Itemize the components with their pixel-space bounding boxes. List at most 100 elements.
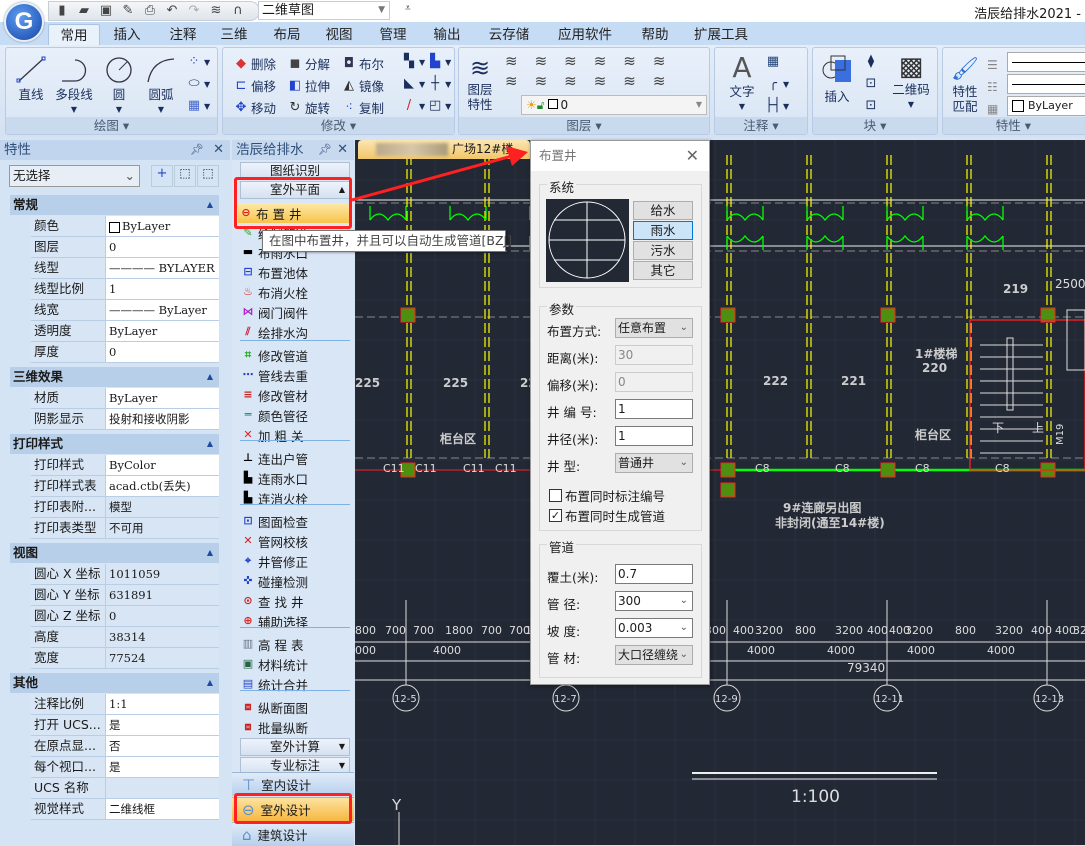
field-pipe-3[interactable]: 大口径缠绕 ⌄ <box>615 645 693 665</box>
pin-icon[interactable]: 📌︎ <box>318 140 332 160</box>
hatch-button[interactable]: ▦ ▼ <box>186 98 210 114</box>
fillet-button[interactable]: ◣ ▼ ┼ ▼ <box>401 76 451 92</box>
save-as-icon[interactable]: ✎ <box>121 4 135 18</box>
undo-icon[interactable]: ↶ <box>165 4 179 18</box>
property-row[interactable]: 打印样式 ByColor <box>31 455 219 476</box>
property-row[interactable]: 线型比例 1 <box>31 279 219 300</box>
tab-10[interactable]: 帮助 <box>632 24 678 46</box>
save-icon[interactable]: ▣ <box>99 4 113 18</box>
tool-item-9[interactable]: ≡ 修改管材 <box>240 385 352 405</box>
block-attr-button[interactable]: ⊡ <box>863 76 879 92</box>
select-objects-button[interactable]: ⬚ <box>174 165 196 187</box>
match-properties-button[interactable]: 🖌︎ 特性匹配 <box>947 56 983 114</box>
property-row[interactable]: 圆心 Y 坐标 631891 <box>31 585 219 606</box>
tool-item-20[interactable]: ⊕ 辅助选择 <box>240 611 352 631</box>
property-row[interactable]: 线型 ———— BYLAYER <box>31 258 219 279</box>
tool-item-15[interactable]: ⊡ 图面检查 <box>240 511 352 531</box>
property-row[interactable]: 颜色 ByLayer <box>31 216 219 237</box>
print-icon[interactable]: ⎙ <box>143 4 157 18</box>
tool-item-11[interactable]: ✕ 加 粗 关 <box>240 425 352 445</box>
layer-tools-row1[interactable]: ≋≋≋≋≋≋ <box>505 52 705 70</box>
modify-btn-2[interactable]: ◘ 布尔 <box>341 54 384 73</box>
redo-icon[interactable]: ↷ <box>187 4 201 18</box>
property-row[interactable]: 在原点显... 否 <box>31 736 219 757</box>
checkbox-1[interactable]: ✓ 布置同时生成管道 <box>549 506 665 525</box>
layer-select[interactable]: ☀🔓︎ 0 ▼ <box>521 95 707 115</box>
tab-9[interactable]: 应用软件 <box>550 24 620 46</box>
linetype-select[interactable] <box>1007 52 1085 72</box>
modify-btn-4[interactable]: ◧ 拉伸 <box>287 76 330 95</box>
property-row[interactable]: 图层 0 <box>31 237 219 258</box>
property-row[interactable]: 打印样式表 acad.ctb(丢失) <box>31 476 219 497</box>
property-row[interactable]: 注释比例 1:1 <box>31 694 219 715</box>
tab-7[interactable]: 输出 <box>424 24 470 46</box>
polyline-button[interactable]: 多段线 ▼ <box>52 56 96 117</box>
line-button[interactable]: 直线 <box>14 56 48 102</box>
customize-qat-icon[interactable]: ⩡ <box>405 3 411 14</box>
color-select[interactable]: ByLayer <box>1007 96 1085 116</box>
section-header-2[interactable]: 打印样式 ▲ <box>10 434 219 454</box>
section-header-0[interactable]: 常规 ▲ <box>10 195 219 215</box>
app-menu-logo[interactable]: G <box>4 2 44 42</box>
collapse-icon[interactable]: ▲ <box>207 543 213 563</box>
tab-8[interactable]: 云存储 <box>480 24 538 46</box>
property-row[interactable]: 阴影显示 投射和接收阴影 <box>31 409 219 430</box>
tab-0[interactable]: 常用 <box>48 24 100 46</box>
tab-6[interactable]: 管理 <box>370 24 416 46</box>
tab-1[interactable]: 插入 <box>104 24 150 46</box>
tool-item-17[interactable]: ⌖ 井管修正 <box>240 551 352 571</box>
circle-button[interactable]: 圆 ▼ <box>104 56 134 117</box>
help-icon[interactable]: ∩ <box>231 4 245 18</box>
property-row[interactable]: 线宽 ———— ByLayer <box>31 300 219 321</box>
tool-item-16[interactable]: ✕ 管网校核 <box>240 531 352 551</box>
grid-tool-button[interactable]: ▚ ▼ ▙ ▼ <box>401 54 451 70</box>
modify-btn-6[interactable]: ✥ 移动 <box>233 98 276 117</box>
field-pipe-0[interactable]: 0.7 <box>615 564 693 584</box>
system-button-3[interactable]: 其它 <box>633 261 693 280</box>
section-header-1[interactable]: 三维效果 ▲ <box>10 367 219 387</box>
tool-item-14[interactable]: ▙ 连消火栓 <box>240 488 352 508</box>
close-icon[interactable]: ✕ <box>686 141 699 171</box>
tool-item-7[interactable]: ⌗ 修改管道 <box>240 345 352 365</box>
property-row[interactable]: 透明度 ByLayer <box>31 321 219 342</box>
field-params-0[interactable]: 任意布置 ⌄ <box>615 318 693 338</box>
tool-item-5[interactable]: ⋈ 阀门阀件 <box>240 302 352 322</box>
pin-icon[interactable]: 📌︎ <box>190 140 204 160</box>
insert-block-button[interactable]: 插入 <box>819 54 855 104</box>
property-row[interactable]: 高度 38314 <box>31 627 219 648</box>
system-button-1[interactable]: 雨水 <box>633 221 693 240</box>
block-edit-button[interactable]: ⧫ <box>863 54 879 70</box>
table-button[interactable]: ▦ <box>765 54 781 70</box>
module-2[interactable]: ⌂ 建筑设计 <box>232 822 354 846</box>
layer-tools-row2[interactable]: ≋≋≋≋≋≋ <box>505 72 705 90</box>
section-header-4[interactable]: 其他 ▲ <box>10 673 219 693</box>
modify-btn-0[interactable]: ◆ 删除 <box>233 54 276 73</box>
modify-btn-5[interactable]: ◭ 镜像 <box>341 76 384 95</box>
property-row[interactable]: 打印表附... 模型 <box>31 497 219 518</box>
layer-properties-button[interactable]: ≋ 图层特性 <box>463 54 497 112</box>
quick-select-button[interactable]: ⬚ <box>197 165 219 187</box>
tool-item-12[interactable]: ⊥ 连出户管 <box>240 448 352 468</box>
property-row[interactable]: 宽度 77524 <box>31 648 219 669</box>
property-row[interactable]: UCS 名称 <box>31 778 219 799</box>
field-params-5[interactable]: 普通井 ⌄ <box>615 453 693 473</box>
group-0[interactable]: 室外计算 ▼ <box>240 738 350 756</box>
property-row[interactable]: 每个视口... 是 <box>31 757 219 778</box>
new-file-icon[interactable]: ▮ <box>55 4 69 18</box>
property-row[interactable]: 厚度 0 <box>31 342 219 363</box>
property-row[interactable]: 材质 ByLayer <box>31 388 219 409</box>
add-selection-button[interactable]: + <box>151 165 173 187</box>
selection-select[interactable]: 无选择 ⌄ <box>9 165 140 187</box>
system-button-0[interactable]: 给水 <box>633 201 693 220</box>
close-icon[interactable]: ✕ <box>213 140 224 160</box>
layers-icon[interactable]: ≋ <box>209 4 223 18</box>
tab-5[interactable]: 视图 <box>316 24 362 46</box>
tool-item-19[interactable]: ⊙ 查 找 井 <box>240 591 352 611</box>
system-button-2[interactable]: 污水 <box>633 241 693 260</box>
block-define-button[interactable]: ⊡ <box>863 98 879 114</box>
modify-btn-7[interactable]: ↻ 旋转 <box>287 98 330 117</box>
arc-button[interactable]: 圆弧 ▼ <box>144 56 178 117</box>
qrcode-button[interactable]: ▩ 二维码 ▼ <box>889 52 933 112</box>
tab-2[interactable]: 注释 <box>160 24 206 46</box>
tool-item-24[interactable]: ⧈ 纵断面图 <box>240 697 352 717</box>
